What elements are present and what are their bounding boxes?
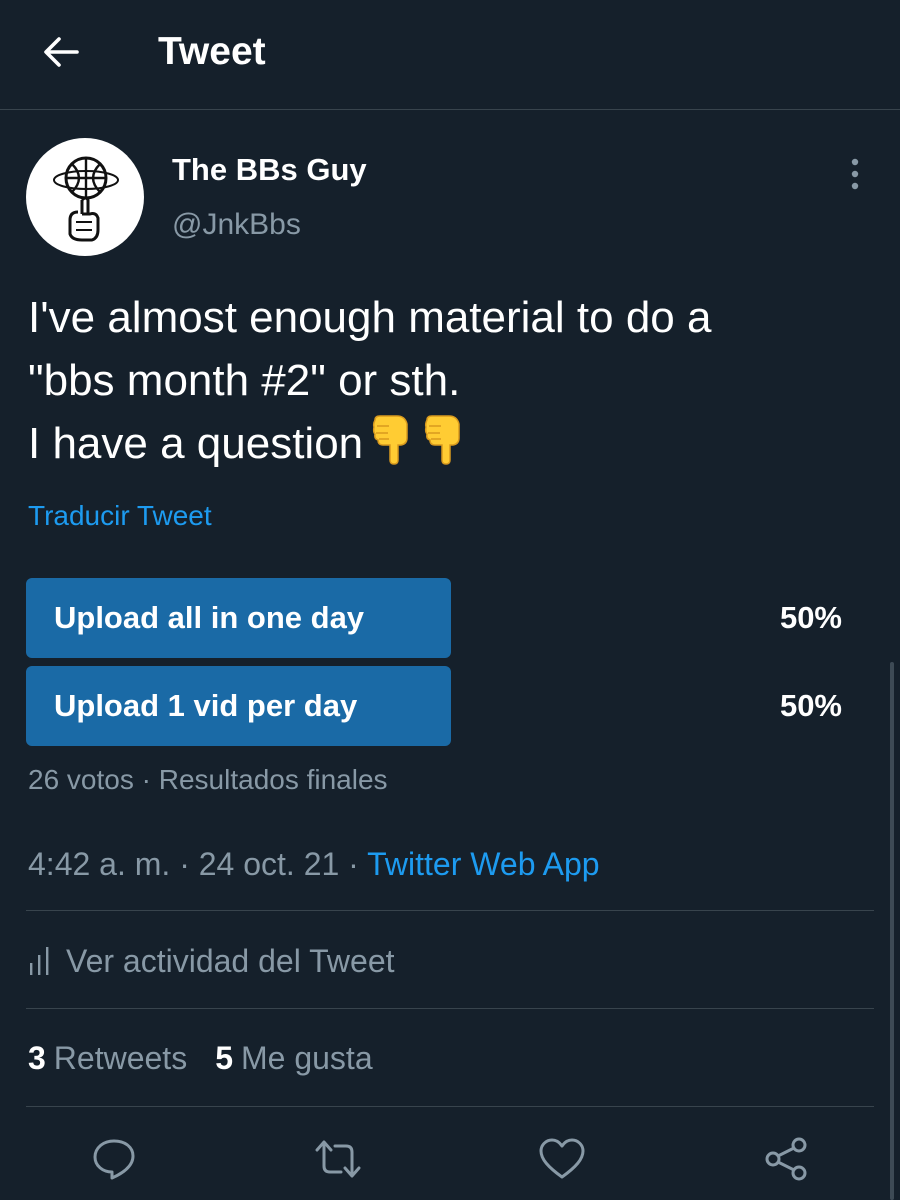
user-handle[interactable]: @JnkBbs (172, 205, 301, 245)
tweet-text-line: I've almost enough material to do a (28, 293, 712, 342)
tweet-stats: 3 Retweets 5 Me gusta (28, 1035, 401, 1081)
separator: · (141, 764, 151, 795)
poll-option-percent: 50% (779, 600, 842, 635)
poll-option: Upload all in one day 50% (26, 578, 876, 658)
tweet-time[interactable]: 4:42 a. m. (28, 846, 170, 882)
share-icon (765, 1137, 807, 1181)
poll-status: Resultados finales (158, 764, 388, 795)
tweet-source-link[interactable]: Twitter Web App (367, 846, 599, 882)
separator: · (179, 846, 190, 882)
retweets-label: Retweets (53, 1039, 188, 1076)
tweet-text: I've almost enough material to do a "bbs… (28, 286, 878, 483)
tweet-text-line: I have a question (28, 412, 878, 483)
like-icon (539, 1138, 585, 1179)
arrow-left-icon (44, 37, 79, 67)
backhand-index-pointing-down-icon (371, 414, 415, 483)
poll-option-label: Upload all in one day (54, 600, 365, 635)
tweet-activity-button[interactable]: Ver actividad del Tweet (28, 938, 395, 984)
backhand-index-pointing-down-icon (423, 414, 467, 483)
bar-chart-icon (30, 947, 49, 975)
retweets-stat[interactable]: 3 Retweets (28, 1040, 187, 1077)
tweet-activity-label: Ver actividad del Tweet (66, 942, 395, 979)
scrollbar[interactable] (890, 662, 894, 1200)
retweet-button[interactable] (313, 1134, 363, 1184)
top-bar: Tweet (0, 0, 900, 110)
poll-option-label: Upload 1 vid per day (54, 688, 358, 723)
like-button[interactable] (537, 1134, 587, 1184)
separator: · (348, 846, 359, 882)
likes-stat[interactable]: 5 Me gusta (215, 1040, 372, 1077)
retweets-count: 3 (28, 1039, 46, 1076)
avatar[interactable] (26, 138, 144, 256)
retweet-icon (315, 1140, 361, 1178)
tweet-meta: 4:42 a. m. · 24 oct. 21 · Twitter Web Ap… (28, 842, 600, 886)
tweet-date[interactable]: 24 oct. 21 (199, 846, 340, 882)
share-button[interactable] (761, 1134, 811, 1184)
display-name[interactable]: The BBs Guy (172, 150, 367, 190)
divider (26, 910, 874, 911)
poll-option-percent: 50% (779, 688, 842, 723)
poll-summary: 26 votos · Resultados finales (28, 762, 388, 798)
basketball-spinning-finger-icon (53, 156, 119, 242)
more-options-button[interactable] (838, 154, 872, 194)
likes-label: Me gusta (240, 1039, 373, 1076)
likes-count: 5 (215, 1039, 233, 1076)
divider (26, 1008, 874, 1009)
reply-button[interactable] (89, 1134, 139, 1184)
reply-icon (93, 1139, 135, 1180)
tweet-detail-screen: Tweet The BBs Guy @JnkBbs I've almost en… (0, 0, 900, 1200)
back-button[interactable] (36, 28, 86, 76)
tweet-text-line: "bbs month #2" or sth. (28, 356, 461, 405)
poll-option: Upload 1 vid per day 50% (26, 666, 876, 746)
divider (26, 1106, 874, 1107)
poll-votes: 26 votos (28, 764, 134, 795)
page-title: Tweet (158, 30, 266, 73)
more-vertical-icon (851, 158, 859, 190)
tweet-text-segment: I have a question (28, 419, 364, 468)
translate-tweet-link[interactable]: Traducir Tweet (28, 498, 212, 534)
